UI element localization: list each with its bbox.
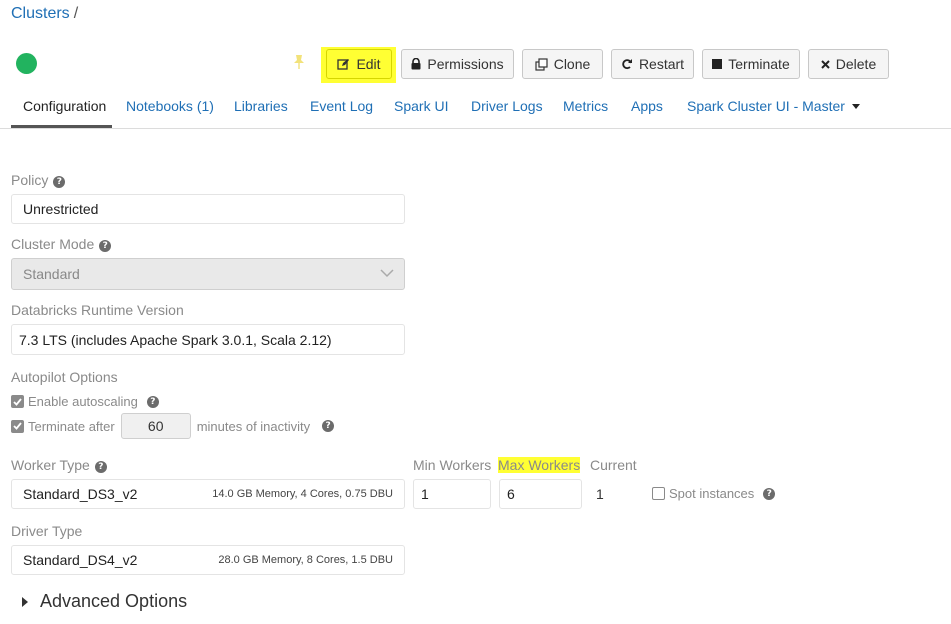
enable-autoscaling-label: Enable autoscaling [28, 394, 138, 409]
terminate-after-row: Terminate after 60 minutes of inactivity… [11, 413, 335, 439]
tab-spark-cluster-ui-master[interactable]: Spark Cluster UI - Master [687, 98, 860, 114]
policy-value: Unrestricted [23, 201, 99, 217]
tab-driver-logs[interactable]: Driver Logs [471, 98, 543, 114]
worker-type-label: Worker Type? [11, 457, 107, 473]
minutes-inactivity-label: minutes of inactivity [196, 418, 311, 434]
tab-notebooks[interactable]: Notebooks (1) [126, 98, 214, 114]
clone-label: Clone [553, 56, 591, 72]
driver-type-select[interactable]: Standard_DS4_v2 28.0 GB Memory, 8 Cores,… [11, 545, 405, 575]
help-icon[interactable]: ? [146, 395, 159, 408]
driver-type-value: Standard_DS4_v2 [23, 552, 138, 568]
stop-icon [712, 59, 723, 69]
terminate-label: Terminate [728, 56, 790, 72]
cluster-mode-select[interactable]: Standard [11, 258, 405, 290]
edit-icon [337, 58, 350, 70]
worker-type-label-text: Worker Type [11, 457, 90, 473]
terminate-after-label: Terminate after [28, 418, 115, 434]
caret-right-icon [22, 596, 28, 607]
runtime-select[interactable]: 7.3 LTS (includes Apache Spark 3.0.1, Sc… [11, 324, 405, 355]
restart-button[interactable]: Restart [611, 49, 694, 79]
advanced-options-label: Advanced Options [40, 591, 188, 611]
driver-type-spec: 28.0 GB Memory, 8 Cores, 1.5 DBU [218, 554, 393, 566]
terminate-button[interactable]: Terminate [702, 49, 800, 79]
caret-down-icon [851, 104, 860, 109]
help-icon[interactable]: ? [94, 461, 107, 473]
enable-autoscaling-checkbox[interactable] [11, 395, 24, 408]
worker-type-select[interactable]: Standard_DS3_v2 14.0 GB Memory, 4 Cores,… [11, 479, 405, 509]
policy-field[interactable]: Unrestricted [11, 194, 405, 224]
permissions-button[interactable]: Permissions [401, 49, 514, 79]
tab-apps[interactable]: Apps [631, 98, 663, 114]
clone-icon [535, 57, 548, 71]
cluster-mode-label: Cluster Mode? [11, 236, 112, 252]
max-workers-input[interactable]: 6 [499, 479, 582, 509]
lock-icon [411, 58, 421, 70]
cluster-status-indicator [16, 53, 37, 74]
min-workers-label: Min Workers [413, 457, 492, 473]
policy-label-text: Policy [11, 172, 49, 188]
max-workers-label: Max Workers [498, 457, 581, 473]
min-workers-input[interactable]: 1 [413, 479, 491, 509]
current-workers-label: Current [590, 457, 637, 473]
delete-button[interactable]: Delete [808, 49, 889, 79]
refresh-icon [622, 59, 632, 70]
tabs-divider [0, 128, 951, 129]
chevron-down-icon [380, 269, 394, 278]
pin-icon[interactable] [292, 54, 306, 70]
cluster-mode-value: Standard [23, 266, 80, 282]
tab-spark-cluster-ui-label: Spark Cluster UI - Master [687, 98, 845, 114]
worker-type-spec: 14.0 GB Memory, 4 Cores, 0.75 DBU [212, 488, 393, 500]
help-icon[interactable]: ? [763, 487, 776, 500]
runtime-label: Databricks Runtime Version [11, 302, 184, 318]
tab-configuration[interactable]: Configuration [23, 98, 106, 114]
edit-label: Edit [356, 56, 381, 72]
clone-button[interactable]: Clone [522, 49, 603, 79]
breadcrumb-separator: / [73, 5, 79, 22]
runtime-value: 7.3 LTS (includes Apache Spark 3.0.1, Sc… [19, 331, 332, 348]
terminate-after-checkbox[interactable] [11, 419, 24, 433]
tab-spark-ui[interactable]: Spark UI [394, 98, 448, 114]
current-workers-value: 1 [596, 486, 604, 502]
close-icon [821, 59, 830, 69]
breadcrumb-clusters-link[interactable]: Clusters [11, 5, 70, 22]
spot-instances-label: Spot instances [669, 486, 755, 501]
tab-event-log[interactable]: Event Log [310, 98, 373, 114]
help-icon[interactable]: ? [99, 240, 112, 252]
tab-metrics[interactable]: Metrics [563, 98, 608, 114]
advanced-options-toggle[interactable]: Advanced Options [22, 591, 187, 612]
min-workers-value: 1 [421, 486, 429, 502]
max-workers-value: 6 [507, 486, 515, 502]
worker-type-value: Standard_DS3_v2 [23, 486, 138, 502]
tab-libraries[interactable]: Libraries [234, 98, 288, 114]
enable-autoscaling-row: Enable autoscaling ? [11, 394, 159, 409]
edit-button[interactable]: Edit [326, 49, 392, 79]
help-icon[interactable]: ? [322, 420, 335, 432]
breadcrumb: Clusters / [11, 5, 78, 23]
terminate-minutes-input[interactable]: 60 [120, 413, 191, 439]
policy-label: Policy? [11, 172, 66, 188]
autopilot-label: Autopilot Options [11, 369, 118, 385]
restart-label: Restart [638, 56, 685, 72]
help-icon[interactable]: ? [53, 176, 66, 188]
delete-label: Delete [835, 56, 877, 72]
spot-instances-checkbox[interactable] [652, 487, 665, 500]
driver-type-label: Driver Type [11, 523, 83, 539]
cluster-mode-label-text: Cluster Mode [11, 236, 95, 252]
permissions-label: Permissions [427, 56, 504, 72]
spot-instances-row: Spot instances ? [652, 486, 776, 501]
